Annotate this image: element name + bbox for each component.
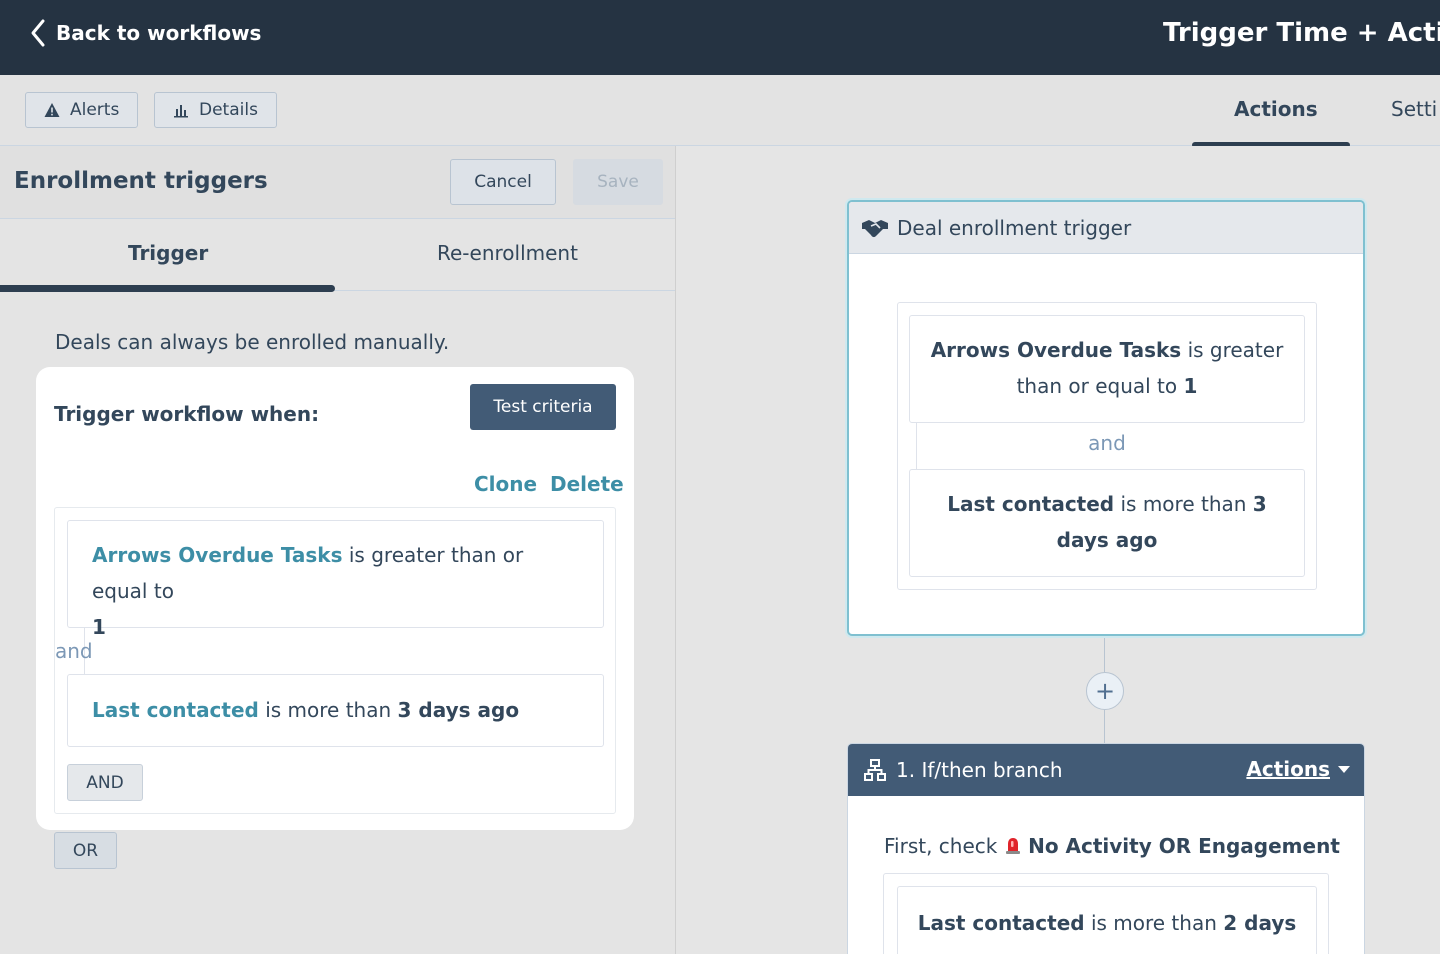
filter-value: 1 (1183, 374, 1198, 398)
branch-first-check: First, check No Activity OR Engagement (884, 834, 1340, 858)
add-and-filter-button[interactable]: AND (67, 764, 143, 801)
filter-operator: is more than (1120, 492, 1247, 516)
alerts-button[interactable]: Alerts (25, 92, 139, 128)
panel-header: Enrollment triggers Cancel Save (0, 146, 675, 219)
filter-operator: is more than (1090, 911, 1217, 935)
filter-property: Last contacted (947, 492, 1115, 516)
card-title: Trigger workflow when: (54, 402, 320, 426)
branch-actions-dropdown[interactable]: Actions (1246, 757, 1350, 781)
panel-title: Enrollment triggers (14, 168, 268, 194)
filter-property: Arrows Overdue Tasks (930, 338, 1182, 362)
branch-actions-label: Actions (1246, 757, 1330, 781)
manual-enrollment-note: Deals can always be enrolled manually. (55, 330, 450, 354)
filter-property: Arrows Overdue Tasks (92, 543, 343, 567)
tab-settings[interactable]: Setti (1391, 97, 1437, 121)
filter-value: 3 days ago (397, 698, 520, 722)
branch-name: No Activity OR Engagement (1028, 834, 1340, 858)
branch-card-header: 1. If/then branch Actions (848, 744, 1364, 796)
top-nav-bar: Back to workflows Trigger Time + Activi (0, 0, 1440, 75)
filter-summary: Arrows Overdue Tasks is greater than or … (909, 315, 1305, 423)
and-joiner: and (1088, 431, 1126, 455)
chevron-left-icon (31, 19, 45, 47)
filter-operator: is more than (265, 698, 392, 722)
branch-icon (864, 759, 886, 781)
workflow-title[interactable]: Trigger Time + Activi (1163, 18, 1440, 48)
workflow-canvas: Deal enrollment trigger Arrows Overdue T… (677, 146, 1440, 954)
details-label: Details (199, 100, 258, 120)
add-or-group-button[interactable]: OR (54, 832, 117, 869)
filter-row[interactable]: Last contacted is more than 3 days ago (67, 674, 604, 747)
back-label: Back to workflows (56, 21, 262, 45)
workflow-toolbar: Alerts Details Actions Setti (0, 75, 1440, 148)
connector-line (1104, 710, 1105, 743)
handshake-icon (862, 219, 888, 237)
add-action-button[interactable]: + (1086, 672, 1124, 710)
tab-actions[interactable]: Actions (1234, 97, 1318, 121)
back-to-workflows-link[interactable]: Back to workflows (28, 18, 261, 48)
if-then-branch-card[interactable]: 1. If/then branch Actions First, check N… (847, 743, 1365, 954)
trigger-card-title: Deal enrollment trigger (897, 215, 1132, 240)
panel-tabs: Trigger Re-enrollment (0, 219, 675, 292)
test-criteria-button[interactable]: Test criteria (470, 384, 616, 430)
save-button[interactable]: Save (573, 159, 663, 205)
connector-line (1104, 638, 1105, 672)
filter-summary: Last contacted is more than 2 days ago (897, 886, 1317, 954)
clone-link[interactable]: Clone (474, 472, 537, 496)
filter-summary: Last contacted is more than 3 days ago (909, 469, 1305, 577)
filter-row[interactable]: Arrows Overdue Tasks is greater than or … (67, 520, 604, 639)
active-tab-indicator (0, 285, 335, 292)
enrollment-trigger-card[interactable]: Deal enrollment trigger Arrows Overdue T… (847, 200, 1365, 636)
filter-property: Last contacted (917, 911, 1085, 935)
first-check-prefix: First, check (884, 834, 998, 858)
caret-down-icon (1338, 765, 1350, 773)
details-button[interactable]: Details (154, 92, 277, 128)
warning-icon (44, 103, 60, 117)
branch-card-title: 1. If/then branch (896, 758, 1063, 782)
enrollment-triggers-panel: Enrollment triggers Cancel Save Trigger … (0, 146, 676, 954)
and-joiner: and (55, 639, 93, 663)
cancel-button[interactable]: Cancel (450, 159, 556, 205)
branch-filter-group: Last contacted is more than 2 days ago (883, 873, 1329, 954)
tab-re-enrollment[interactable]: Re-enrollment (437, 241, 578, 265)
alerts-label: Alerts (70, 100, 120, 120)
siren-icon (1005, 838, 1020, 854)
bar-chart-icon (174, 105, 188, 118)
delete-link[interactable]: Delete (550, 472, 624, 496)
tab-trigger[interactable]: Trigger (128, 241, 208, 265)
trigger-criteria-card: Trigger workflow when: Test criteria Clo… (36, 367, 634, 830)
trigger-card-header: Deal enrollment trigger (849, 202, 1363, 254)
filter-value: 1 (92, 615, 106, 639)
trigger-filter-group: Arrows Overdue Tasks is greater than or … (897, 302, 1317, 590)
filter-group: Arrows Overdue Tasks is greater than or … (54, 507, 616, 814)
filter-property: Last contacted (92, 698, 259, 722)
